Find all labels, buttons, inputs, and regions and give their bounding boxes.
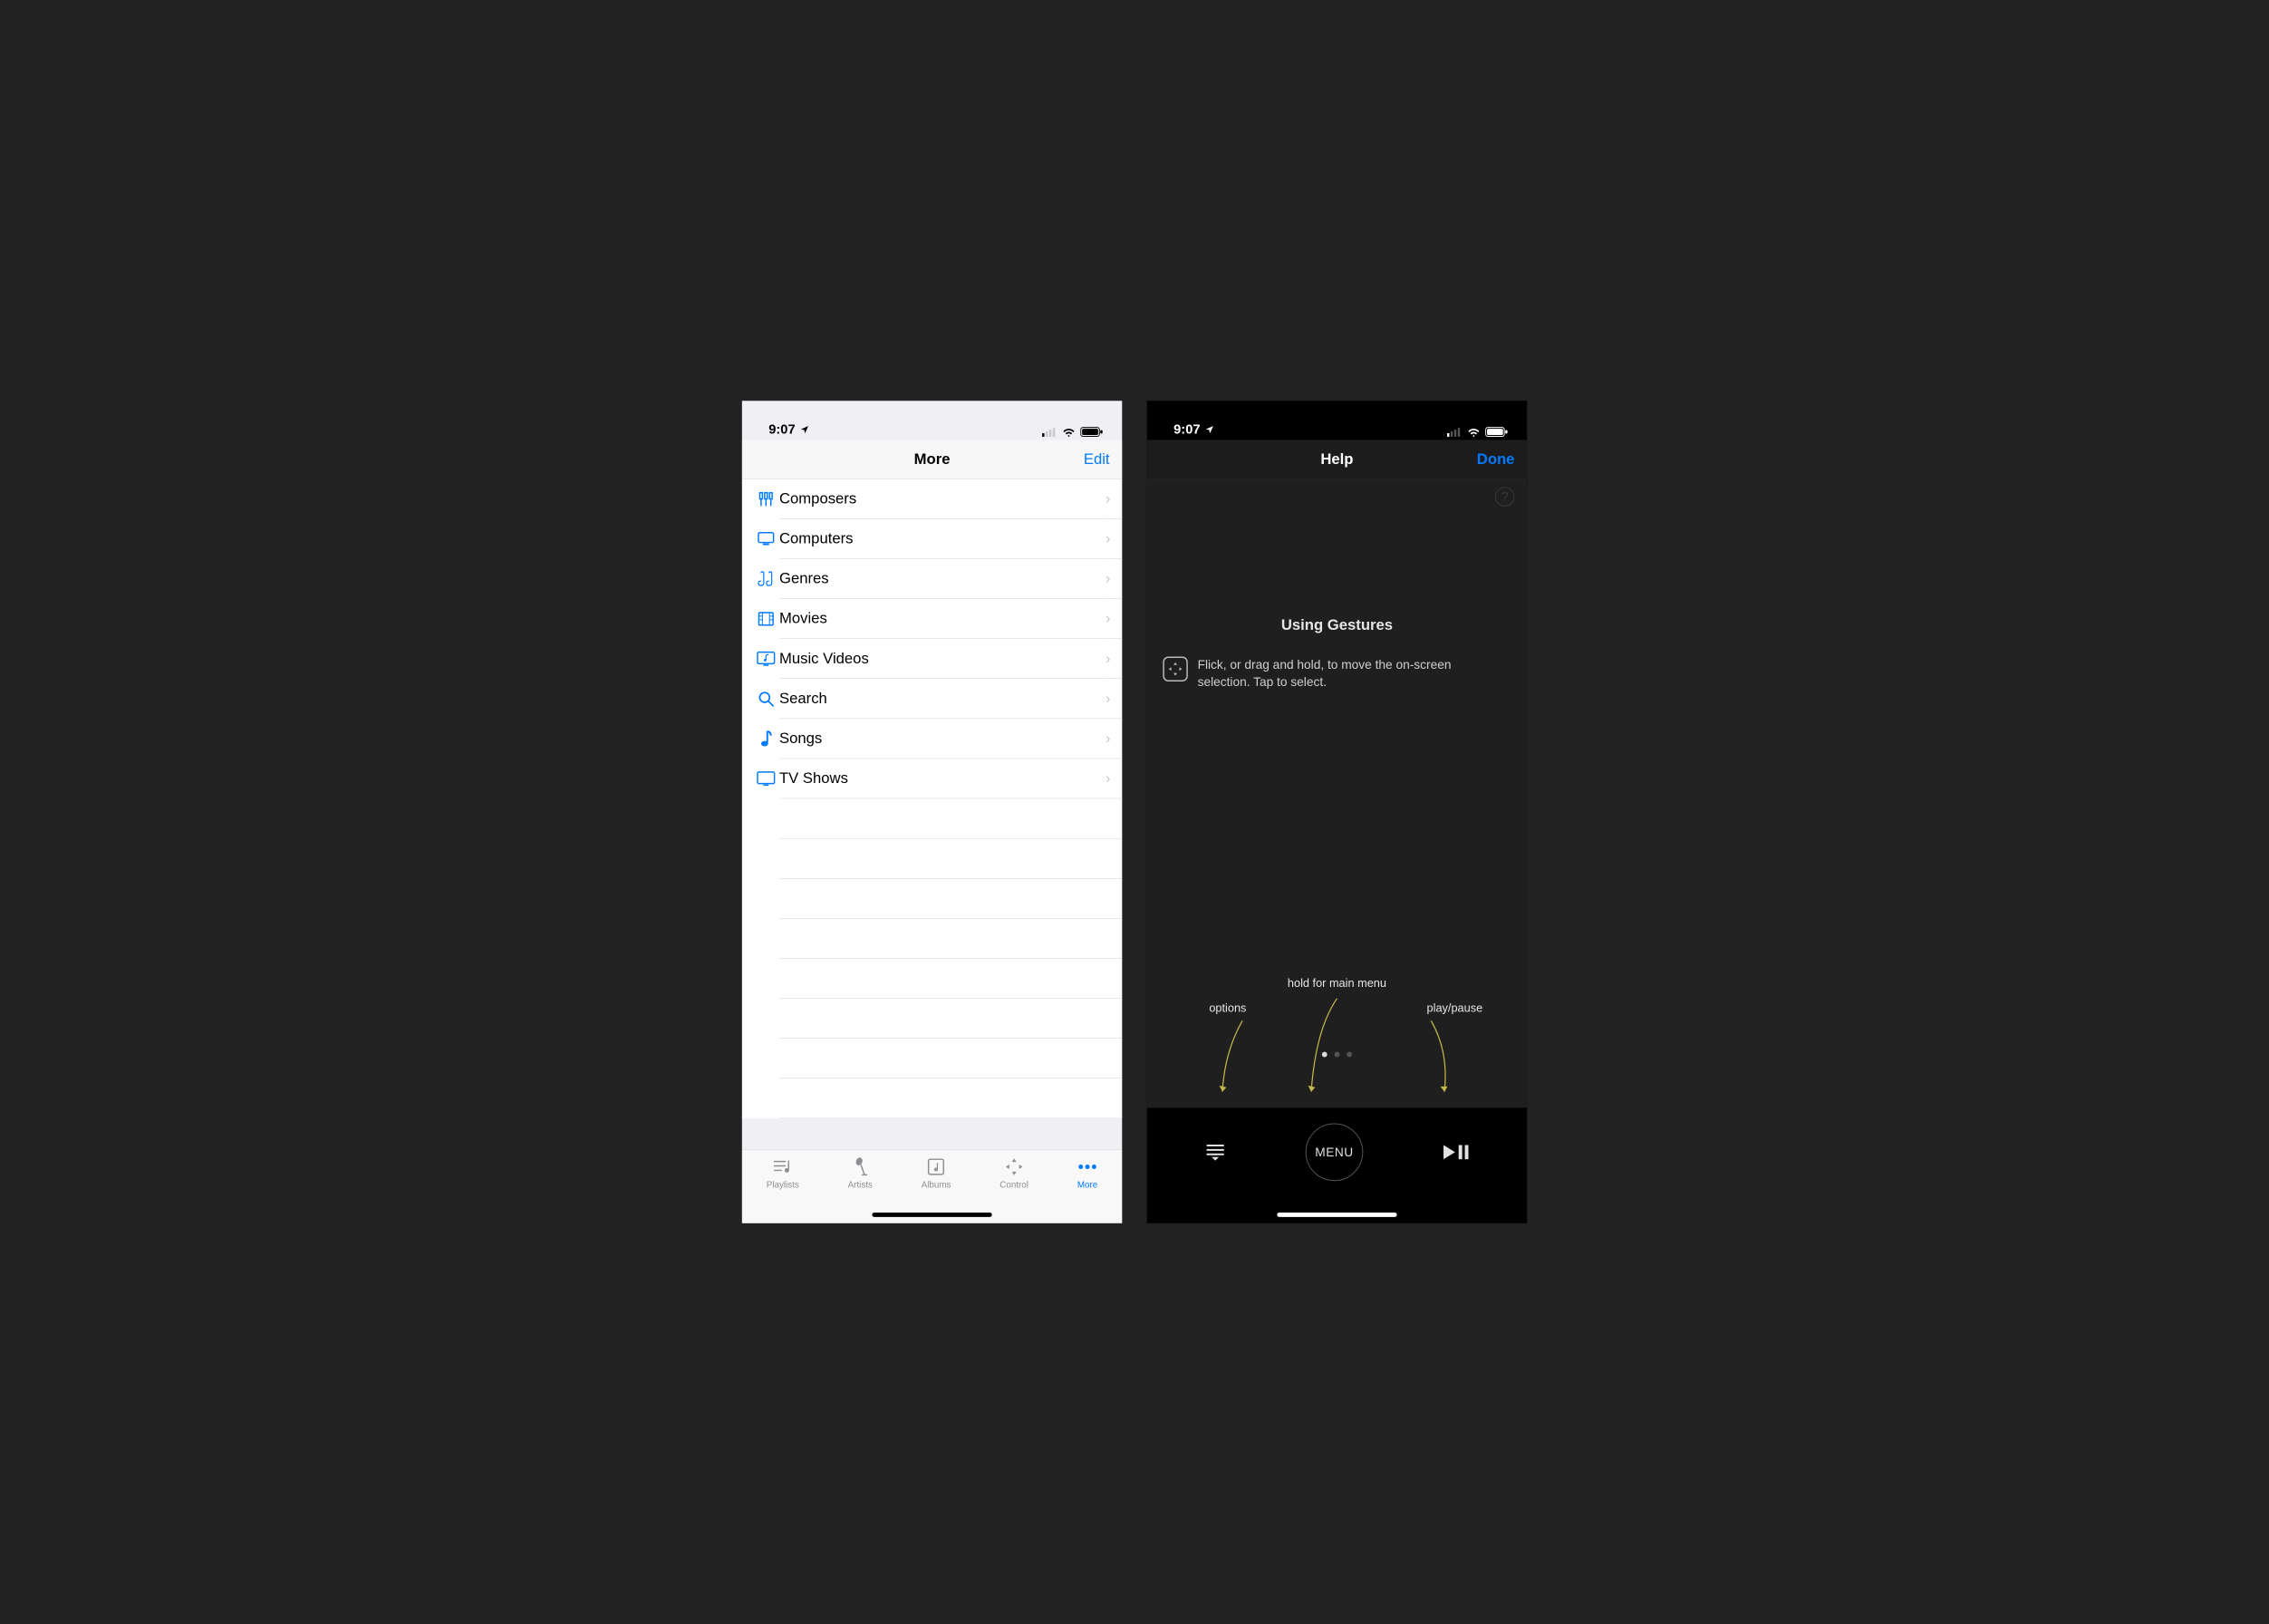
- battery-icon: [1485, 427, 1508, 438]
- music-videos-icon: [753, 651, 779, 667]
- genres-icon: [753, 569, 779, 588]
- page-dot: [1347, 1052, 1352, 1058]
- phone-remote-more: 9:07 More Edit Composers ›: [742, 401, 1122, 1223]
- tab-label: Control: [999, 1180, 1028, 1190]
- page-dot: [1322, 1052, 1328, 1058]
- page-title: Help: [1320, 450, 1353, 468]
- list-item[interactable]: Songs ›: [742, 719, 1122, 759]
- cellular-icon: [1042, 427, 1057, 437]
- playlists-icon: [772, 1156, 793, 1178]
- list-item[interactable]: Movies ›: [742, 599, 1122, 639]
- nav-bar: Help Done: [1147, 440, 1527, 478]
- wifi-icon: [1062, 427, 1077, 437]
- chevron-right-icon: ›: [1106, 759, 1122, 798]
- empty-row: [779, 838, 1122, 878]
- categories-list: Composers › Computers › Genres › Movies …: [742, 479, 1122, 1119]
- tab-label: Artists: [848, 1180, 873, 1190]
- list-item[interactable]: Music Videos ›: [742, 639, 1122, 679]
- tab-label: Albums: [922, 1180, 951, 1190]
- edit-button[interactable]: Edit: [1084, 440, 1110, 478]
- artists-icon: [851, 1156, 869, 1178]
- list-item-label: Computers: [779, 519, 1106, 559]
- chevron-right-icon: ›: [1106, 479, 1122, 519]
- list-item[interactable]: Composers ›: [742, 479, 1122, 519]
- more-icon: [1077, 1156, 1098, 1178]
- empty-row: [779, 919, 1122, 959]
- list-item-label: Composers: [779, 479, 1106, 519]
- empty-row: [779, 1078, 1122, 1118]
- chevron-right-icon: ›: [1106, 679, 1122, 719]
- albums-icon: [927, 1156, 946, 1178]
- home-indicator[interactable]: [872, 1213, 991, 1217]
- remote-controls: MENU: [1147, 1107, 1527, 1223]
- gesture-description: Flick, or drag and hold, to move the on-…: [1198, 657, 1507, 691]
- cellular-icon: [1447, 427, 1463, 437]
- wifi-icon: [1467, 427, 1482, 437]
- location-icon: [1204, 425, 1214, 435]
- list-item-label: Songs: [779, 719, 1106, 759]
- empty-row: [779, 959, 1122, 999]
- chevron-right-icon: ›: [1106, 719, 1122, 759]
- page-dot: [1335, 1052, 1340, 1058]
- help-content[interactable]: ? Using Gestures Flick, or drag and hold…: [1147, 479, 1527, 1223]
- chevron-right-icon: ›: [1106, 639, 1122, 679]
- empty-row: [779, 798, 1122, 838]
- empty-row: [779, 999, 1122, 1039]
- list-item[interactable]: Computers ›: [742, 519, 1122, 559]
- tab-control[interactable]: Control: [999, 1156, 1028, 1223]
- list-item-label: Music Videos: [779, 639, 1106, 679]
- play-pause-button[interactable]: [1443, 1144, 1469, 1162]
- tab-label: Playlists: [767, 1180, 799, 1190]
- search-icon: [753, 690, 779, 708]
- gestures-heading: Using Gestures: [1147, 616, 1527, 633]
- tv-shows-icon: [753, 770, 779, 787]
- phone-remote-help: 9:07 Help Done ? Using Gestures Flick, o…: [1147, 401, 1527, 1223]
- composers-icon: [753, 490, 779, 508]
- nav-bar: More Edit: [742, 440, 1122, 478]
- list-item-label: Search: [779, 679, 1106, 719]
- gestures-icon: [1163, 657, 1187, 682]
- empty-row: [779, 1039, 1122, 1078]
- tab-label: More: [1077, 1180, 1097, 1190]
- empty-row: [779, 879, 1122, 919]
- page-title: More: [914, 450, 951, 468]
- songs-icon: [753, 730, 779, 749]
- status-bar: 9:07: [1147, 401, 1527, 440]
- menu-button[interactable]: MENU: [1306, 1123, 1364, 1181]
- page-dots[interactable]: [1147, 1052, 1527, 1058]
- tab-artists[interactable]: Artists: [848, 1156, 873, 1223]
- computers-icon: [753, 530, 779, 548]
- help-icon[interactable]: ?: [1495, 487, 1515, 507]
- list-item-label: Movies: [779, 599, 1106, 639]
- chevron-right-icon: ›: [1106, 559, 1122, 599]
- done-button[interactable]: Done: [1477, 440, 1515, 478]
- list-item[interactable]: Genres ›: [742, 559, 1122, 599]
- list-item[interactable]: Search ›: [742, 679, 1122, 719]
- list-item[interactable]: TV Shows ›: [742, 759, 1122, 798]
- clock: 9:07: [768, 422, 795, 438]
- tab-more[interactable]: More: [1077, 1156, 1098, 1223]
- control-icon: [1005, 1156, 1024, 1178]
- clock: 9:07: [1173, 422, 1200, 438]
- movies-icon: [753, 610, 779, 628]
- status-bar: 9:07: [742, 401, 1122, 440]
- list-item-label: Genres: [779, 559, 1106, 599]
- home-indicator[interactable]: [1277, 1213, 1396, 1217]
- list-item-label: TV Shows: [779, 759, 1106, 798]
- location-icon: [800, 425, 810, 435]
- chevron-right-icon: ›: [1106, 519, 1122, 559]
- battery-icon: [1080, 427, 1103, 438]
- tab-playlists[interactable]: Playlists: [767, 1156, 799, 1223]
- options-button[interactable]: [1204, 1143, 1226, 1162]
- gesture-tip: Flick, or drag and hold, to move the on-…: [1163, 657, 1506, 691]
- chevron-right-icon: ›: [1106, 599, 1122, 639]
